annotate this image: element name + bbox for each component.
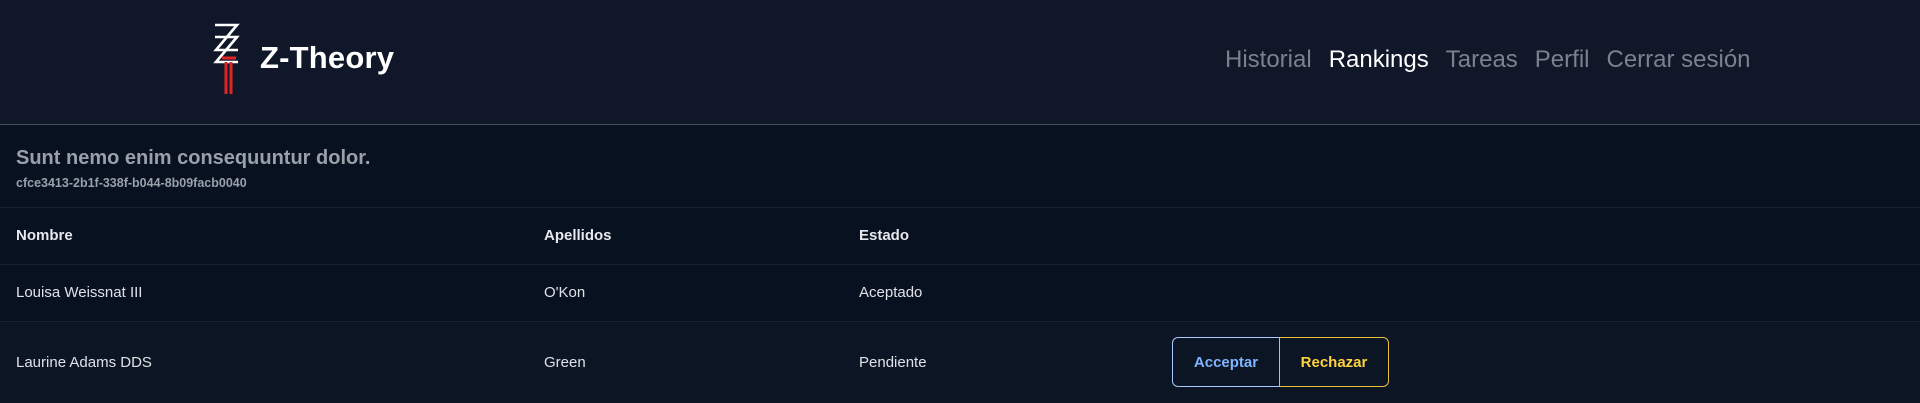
cell-apellidos: O'Kon xyxy=(528,264,843,322)
members-table: Nombre Apellidos Estado Louisa Weissnat … xyxy=(0,208,1920,403)
cell-apellidos: Green xyxy=(528,321,843,403)
main-nav: Historial Rankings Tareas Perfil Cerrar … xyxy=(1225,46,1751,74)
cell-estado: Aceptado xyxy=(843,264,1157,322)
accept-button[interactable]: Acceptar xyxy=(1172,337,1280,388)
nav-rankings[interactable]: Rankings xyxy=(1329,46,1429,74)
navbar: Z-Theory Historial Rankings Tareas Perfi… xyxy=(0,0,1920,125)
header-apellidos: Apellidos xyxy=(528,208,843,265)
request-action-group: Acceptar Rechazar xyxy=(1172,337,1389,388)
brand-name: Z-Theory xyxy=(260,40,395,75)
nav-tareas[interactable]: Tareas xyxy=(1446,46,1518,74)
table-header-row: Nombre Apellidos Estado xyxy=(0,208,1920,265)
group-header: Sunt nemo enim consequuntur dolor. cfce3… xyxy=(0,126,1920,208)
table-row: Louisa Weissnat III O'Kon Aceptado xyxy=(0,264,1920,322)
brand[interactable]: Z-Theory xyxy=(212,22,394,94)
nav-cerrar-sesion[interactable]: Cerrar sesión xyxy=(1606,46,1750,74)
nav-perfil[interactable]: Perfil xyxy=(1535,46,1590,74)
header-actions xyxy=(1157,208,1920,265)
header-estado: Estado xyxy=(843,208,1157,265)
z-theory-logo-icon xyxy=(213,23,240,94)
cell-nombre: Laurine Adams DDS xyxy=(0,321,528,403)
group-panel: Sunt nemo enim consequuntur dolor. cfce3… xyxy=(0,126,1920,403)
group-id: cfce3413-2b1f-338f-b044-8b09facb0040 xyxy=(16,176,247,190)
cell-actions: Acceptar Rechazar xyxy=(1157,321,1920,403)
cell-estado: Pendiente xyxy=(843,321,1157,403)
reject-button[interactable]: Rechazar xyxy=(1279,337,1389,388)
table-row: Laurine Adams DDS Green Pendiente Accept… xyxy=(0,321,1920,403)
group-title: Sunt nemo enim consequuntur dolor. xyxy=(16,147,371,169)
header-nombre: Nombre xyxy=(0,208,528,265)
cell-actions xyxy=(1157,264,1920,322)
nav-historial[interactable]: Historial xyxy=(1225,46,1312,74)
cell-nombre: Louisa Weissnat III xyxy=(0,264,528,322)
